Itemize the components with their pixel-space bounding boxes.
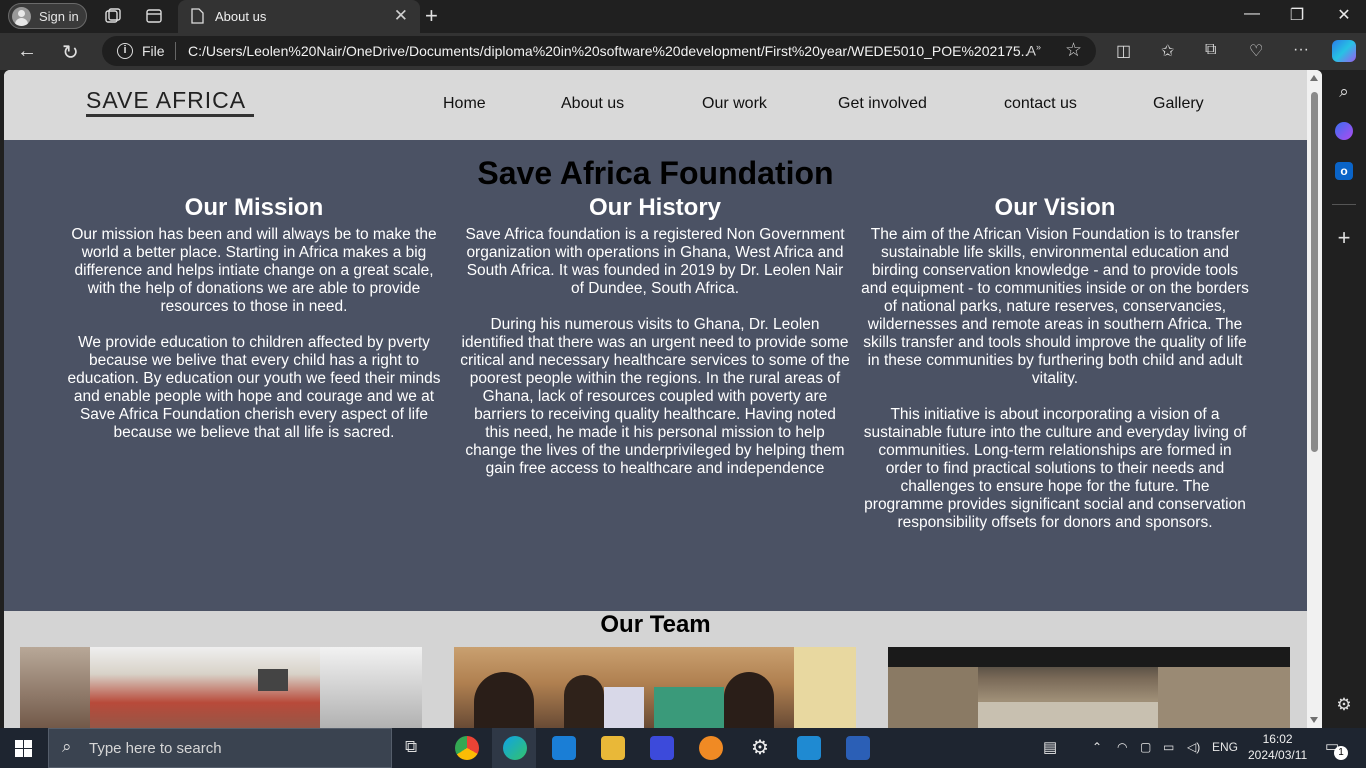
split-screen-icon[interactable]: ◫ [1116,41,1131,61]
mission-column: Our Mission Our mission has been and wil… [59,195,449,460]
outlook-icon[interactable]: o [1335,162,1353,180]
sidebar-divider [1332,204,1356,205]
clock-time: 16:02 [1262,732,1293,746]
task-view-icon[interactable]: ⧉ [405,737,417,757]
address-bar[interactable]: i File C:/Users/Leolen%20Nair/OneDrive/D… [102,36,1096,66]
copilot-sidebar-icon[interactable] [1335,122,1353,140]
taskbar-search[interactable]: ⌕ Type here to search [48,728,392,768]
history-heading: Our History [588,194,722,221]
vision-paragraph: This initiative is about incorporating a… [863,406,1247,531]
info-icon[interactable]: i [117,43,133,59]
search-icon: ⌕ [62,737,72,756]
page-scrollbar[interactable] [1307,70,1322,728]
add-sidebar-app-icon[interactable]: + [1333,225,1355,250]
extensions-icon[interactable]: ♡ [1249,41,1263,61]
history-paragraph: Save Africa foundation is a registered N… [465,226,845,297]
clock-date: 2024/03/11 [1248,748,1308,762]
nav-about-us[interactable]: About us [561,95,624,113]
about-section: Save Africa Foundation Our Mission Our m… [4,140,1307,611]
history-column: Our History Save Africa foundation is a … [460,195,850,496]
page-icon [191,8,204,24]
team-heading: Our Team [600,611,711,638]
scroll-up-icon[interactable] [1310,75,1318,81]
volume-icon[interactable]: ◁) [1187,740,1200,754]
logo-underline [86,114,254,117]
profile-avatar-icon [12,7,31,26]
sign-in-button[interactable]: Sign in [8,3,87,29]
meet-now-icon[interactable]: ▢ [1140,740,1151,754]
windows-start-icon[interactable] [15,740,32,757]
settings-icon[interactable]: ⚙ [748,736,772,760]
more-menu-icon[interactable]: ··· [1293,41,1309,59]
word-icon[interactable] [846,736,870,760]
vscode-icon[interactable] [797,736,821,760]
network-icon[interactable]: ◠ [1117,740,1127,754]
new-tab-icon[interactable]: + [425,3,438,29]
refresh-icon[interactable]: ↻ [62,40,79,65]
page-title: Save Africa Foundation [477,155,834,191]
fl-studio-icon[interactable] [699,736,723,760]
edge-icon[interactable] [503,736,527,760]
language-indicator[interactable]: ENG [1212,740,1238,754]
nav-gallery[interactable]: Gallery [1153,95,1204,113]
mission-paragraph: We provide education to children affecte… [67,334,441,441]
search-icon[interactable]: ⌕ [1333,82,1355,104]
nav-our-work[interactable]: Our work [702,95,767,113]
math-app-icon[interactable] [650,736,674,760]
team-photo [454,647,856,728]
mission-heading: Our Mission [184,194,324,221]
site-header: SAVE AFRICA Home About us Our work Get i… [4,70,1307,140]
team-section: Our Team [4,611,1307,728]
vision-paragraph: The aim of the African Vision Foundation… [861,226,1249,387]
close-tab-icon[interactable]: ✕ [394,6,408,26]
team-photo [20,647,422,728]
vision-heading: Our Vision [994,194,1116,221]
address-url[interactable]: C:/Users/Leolen%20Nair/OneDrive/Document… [188,43,1028,59]
minimize-icon[interactable]: — [1232,5,1272,23]
site-logo[interactable]: SAVE AFRICA [86,87,246,114]
web-page: SAVE AFRICA Home About us Our work Get i… [4,70,1322,728]
workspaces-icon[interactable] [104,7,122,25]
favorites-icon[interactable]: ✩ [1161,41,1174,61]
nav-contact-us[interactable]: contact us [1004,95,1077,113]
scroll-down-icon[interactable] [1310,717,1318,723]
nav-get-involved[interactable]: Get involved [838,95,927,113]
mission-paragraph: Our mission has been and will always be … [71,226,437,315]
file-explorer-icon[interactable] [601,736,625,760]
tab-about-us[interactable]: About us ✕ [178,0,420,33]
address-toolbar: ← ↻ i File C:/Users/Leolen%20Nair/OneDri… [0,33,1366,70]
taskbar-clock[interactable]: 16:02 2024/03/11 [1248,731,1307,763]
nav-home[interactable]: Home [443,95,486,113]
restore-icon[interactable]: ❐ [1277,5,1317,25]
address-scheme: File [142,43,165,59]
mail-icon[interactable] [552,736,576,760]
windows-taskbar: ⌕ Type here to search ⧉ ⚙ ▤ ⌃ ◠ ▢ ▭ ◁) E… [0,728,1366,768]
copilot-icon[interactable] [1332,40,1356,62]
browser-title-bar: Sign in About us ✕ + — ❐ ✕ [0,0,1366,33]
history-paragraph: During his numerous visits to Ghana, Dr.… [460,316,850,477]
chrome-icon[interactable] [455,736,479,760]
edge-sidebar: ⌕ o + ⚙ [1322,70,1366,728]
back-icon[interactable]: ← [17,40,37,63]
show-hidden-icons-icon[interactable]: ⌃ [1092,740,1102,754]
vision-column: Our Vision The aim of the African Vision… [860,195,1250,550]
tab-title: About us [215,9,267,24]
news-widget-icon[interactable]: ▤ [1043,738,1057,756]
search-placeholder: Type here to search [89,740,222,757]
collections-icon[interactable]: ⧉ [1205,41,1216,59]
address-divider [175,42,176,60]
tab-actions-icon[interactable] [145,7,163,25]
read-aloud-icon[interactable]: A» [1027,42,1041,59]
close-window-icon[interactable]: ✕ [1324,5,1364,25]
battery-icon[interactable]: ▭ [1163,740,1174,754]
scrollbar-thumb[interactable] [1311,92,1318,452]
favorite-star-icon[interactable]: ☆ [1065,39,1082,62]
sign-in-label: Sign in [39,9,79,24]
settings-gear-icon[interactable]: ⚙ [1333,695,1355,717]
notification-count-badge: 1 [1334,746,1348,760]
team-photo [888,647,1290,728]
